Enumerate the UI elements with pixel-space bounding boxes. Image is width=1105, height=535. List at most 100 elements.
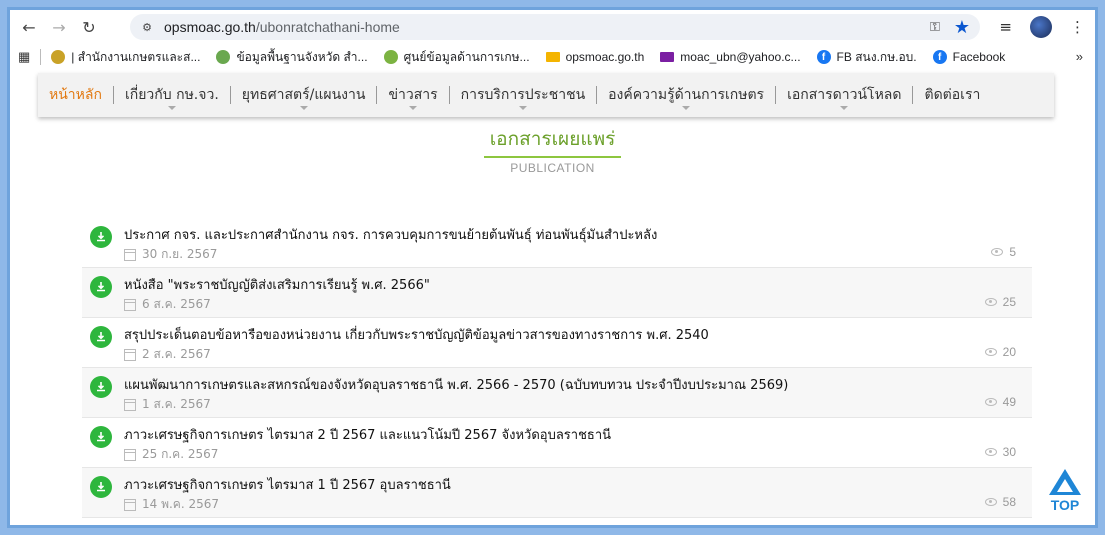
eye-icon bbox=[984, 348, 997, 356]
bookmark-star-icon[interactable]: ★ bbox=[954, 17, 970, 38]
publication-date: 30 ก.ย. 2567 bbox=[124, 245, 217, 264]
publication-date-text: 25 ก.ค. 2567 bbox=[142, 447, 219, 461]
nav-item-label: เอกสารดาวน์โหลด bbox=[787, 87, 902, 103]
publication-list: ประกาศ กจร. และประกาศสำนักงาน กจร. การคว… bbox=[82, 218, 1032, 518]
view-count: 49 bbox=[984, 395, 1016, 409]
bookmark-favicon-icon bbox=[51, 50, 66, 64]
bookmarks-bar: ▦ | สำนักงานเกษตรและส... ข้อมูลพื้นฐานจั… bbox=[10, 44, 1095, 70]
bookmark-item[interactable]: f FB สนง.กษ.อบ. bbox=[816, 48, 917, 67]
publication-title[interactable]: ภาวะเศรษฐกิจการเกษตร ไตรมาส 1 ปี 2567 อุ… bbox=[124, 474, 451, 495]
publication-title[interactable]: สรุปประเด็นตอบข้อหารือของหน่วยงาน เกี่ยว… bbox=[124, 324, 709, 345]
back-arrow-icon[interactable]: ← bbox=[18, 16, 40, 38]
publication-date: 14 พ.ค. 2567 bbox=[124, 495, 219, 514]
eye-icon bbox=[984, 498, 997, 506]
publication-date-text: 6 ส.ค. 2567 bbox=[142, 297, 211, 311]
nav-item-contact[interactable]: ติดต่อเรา bbox=[913, 84, 991, 106]
nav-item-label: หน้าหลัก bbox=[49, 87, 102, 103]
back-to-top-button[interactable]: TOP bbox=[1045, 469, 1085, 521]
view-count: 58 bbox=[984, 495, 1016, 509]
nav-item-services[interactable]: การบริการประชาชน bbox=[450, 84, 596, 110]
download-icon[interactable] bbox=[90, 226, 112, 248]
bookmark-item[interactable]: ศูนย์ข้อมูลด้านการเกษ... bbox=[383, 48, 530, 67]
nav-item-knowledge[interactable]: องค์ความรู้ด้านการเกษตร bbox=[597, 84, 775, 110]
reload-icon[interactable]: ↻ bbox=[78, 16, 100, 38]
publication-date-text: 14 พ.ค. 2567 bbox=[142, 497, 220, 511]
chevron-down-icon bbox=[299, 106, 308, 110]
download-icon[interactable] bbox=[90, 326, 112, 348]
chevron-down-icon bbox=[518, 106, 527, 110]
forward-arrow-icon[interactable]: → bbox=[48, 16, 70, 38]
bookmark-item[interactable]: | สำนักงานเกษตรและส... bbox=[51, 48, 200, 67]
eye-icon bbox=[984, 298, 997, 306]
mail-icon bbox=[660, 52, 675, 62]
view-count: 30 bbox=[984, 445, 1016, 459]
list-item: ภาวะเศรษฐกิจการเกษตร ไตรมาส 2 ปี 2567 แล… bbox=[82, 418, 1032, 468]
bookmark-item[interactable]: opsmoac.go.th bbox=[545, 50, 645, 64]
nav-item-label: ยุทธศาสตร์/แผนงาน bbox=[241, 87, 366, 103]
address-bar[interactable]: ⚙ opsmoac.go.th/ubonratchathani-home ⚿ ★ bbox=[130, 14, 980, 40]
view-count-text: 30 bbox=[1002, 445, 1016, 459]
publication-date: 2 ส.ค. 2567 bbox=[124, 345, 211, 364]
nav-item-home[interactable]: หน้าหลัก bbox=[38, 84, 113, 106]
nav-item-strategy[interactable]: ยุทธศาสตร์/แผนงาน bbox=[231, 84, 377, 110]
site-settings-icon[interactable]: ⚙ bbox=[136, 16, 158, 38]
more-bookmarks-chevron-icon[interactable]: » bbox=[1076, 49, 1083, 64]
more-menu-icon[interactable]: ⋮ bbox=[1070, 18, 1085, 36]
view-count: 5 bbox=[991, 245, 1016, 259]
chevron-down-icon bbox=[682, 106, 691, 110]
view-count: 20 bbox=[984, 345, 1016, 359]
nav-item-label: ติดต่อเรา bbox=[924, 87, 981, 103]
eye-icon bbox=[991, 248, 1004, 256]
profile-avatar[interactable] bbox=[1030, 16, 1052, 38]
calendar-icon bbox=[124, 298, 136, 311]
chevron-down-icon bbox=[409, 106, 418, 110]
url-text[interactable]: opsmoac.go.th/ubonratchathani-home bbox=[164, 19, 400, 35]
publication-date-text: 30 ก.ย. 2567 bbox=[142, 247, 218, 261]
list-item: หนังสือ "พระราชบัญญัติส่งเสริมการเรียนรู… bbox=[82, 268, 1032, 318]
browser-toolbar: ← → ↻ ⚙ opsmoac.go.th/ubonratchathani-ho… bbox=[10, 10, 1095, 44]
list-item: แผนพัฒนาการเกษตรและสหกรณ์ของจังหวัดอุบลร… bbox=[82, 368, 1032, 418]
publication-title[interactable]: แผนพัฒนาการเกษตรและสหกรณ์ของจังหวัดอุบลร… bbox=[124, 374, 788, 395]
calendar-icon bbox=[124, 398, 136, 411]
chevron-down-icon bbox=[167, 106, 176, 110]
nav-item-downloads[interactable]: เอกสารดาวน์โหลด bbox=[776, 84, 912, 110]
bookmark-item[interactable]: moac_ubn@yahoo.c... bbox=[660, 50, 801, 64]
calendar-icon bbox=[124, 498, 136, 511]
section-heading: เอกสารเผยแพร่ PUBLICATION bbox=[10, 124, 1095, 175]
download-icon[interactable] bbox=[90, 426, 112, 448]
download-icon[interactable] bbox=[90, 476, 112, 498]
publication-title[interactable]: หนังสือ "พระราชบัญญัติส่งเสริมการเรียนรู… bbox=[124, 274, 430, 295]
url-path: /ubonratchathani-home bbox=[255, 19, 400, 35]
download-icon[interactable] bbox=[90, 276, 112, 298]
bookmark-label: ศูนย์ข้อมูลด้านการเกษ... bbox=[403, 49, 530, 64]
list-item: ภาวะเศรษฐกิจการเกษตร ไตรมาส 1 ปี 2567 อุ… bbox=[82, 468, 1032, 518]
calendar-icon bbox=[124, 348, 136, 361]
bookmarks-divider bbox=[40, 49, 42, 65]
password-key-icon[interactable]: ⚿ bbox=[930, 20, 940, 35]
bookmark-label: | สำนักงานเกษตรและส... bbox=[71, 49, 201, 64]
calendar-icon bbox=[124, 448, 136, 461]
nav-item-label: เกี่ยวกับ กษ.จว. bbox=[124, 87, 219, 103]
publication-date-text: 2 ส.ค. 2567 bbox=[142, 347, 211, 361]
section-title: เอกสารเผยแพร่ bbox=[483, 124, 622, 158]
nav-item-news[interactable]: ข่าวสาร bbox=[377, 84, 448, 110]
download-icon[interactable] bbox=[90, 376, 112, 398]
nav-item-label: องค์ความรู้ด้านการเกษตร bbox=[608, 87, 765, 103]
section-subtitle: PUBLICATION bbox=[510, 161, 595, 175]
bookmark-label: Facebook bbox=[952, 50, 1006, 64]
publication-title[interactable]: ภาวะเศรษฐกิจการเกษตร ไตรมาส 2 ปี 2567 แล… bbox=[124, 424, 611, 445]
bookmark-label: opsmoac.go.th bbox=[565, 50, 645, 64]
publication-title[interactable]: ประกาศ กจร. และประกาศสำนักงาน กจร. การคว… bbox=[124, 224, 657, 245]
eye-icon bbox=[984, 398, 997, 406]
view-count-text: 49 bbox=[1002, 395, 1016, 409]
arrow-up-icon bbox=[1049, 469, 1081, 495]
eye-icon bbox=[984, 448, 997, 456]
reading-list-icon[interactable]: ≡ bbox=[999, 18, 1012, 36]
view-count-text: 58 bbox=[1002, 495, 1016, 509]
bookmark-item[interactable]: f Facebook bbox=[932, 50, 1006, 64]
apps-grid-icon[interactable]: ▦ bbox=[18, 49, 30, 65]
bookmark-label: moac_ubn@yahoo.c... bbox=[680, 50, 801, 64]
facebook-icon: f bbox=[816, 50, 831, 64]
nav-item-about[interactable]: เกี่ยวกับ กษ.จว. bbox=[114, 84, 230, 110]
bookmark-item[interactable]: ข้อมูลพื้นฐานจังหวัด สำ... bbox=[216, 48, 368, 67]
